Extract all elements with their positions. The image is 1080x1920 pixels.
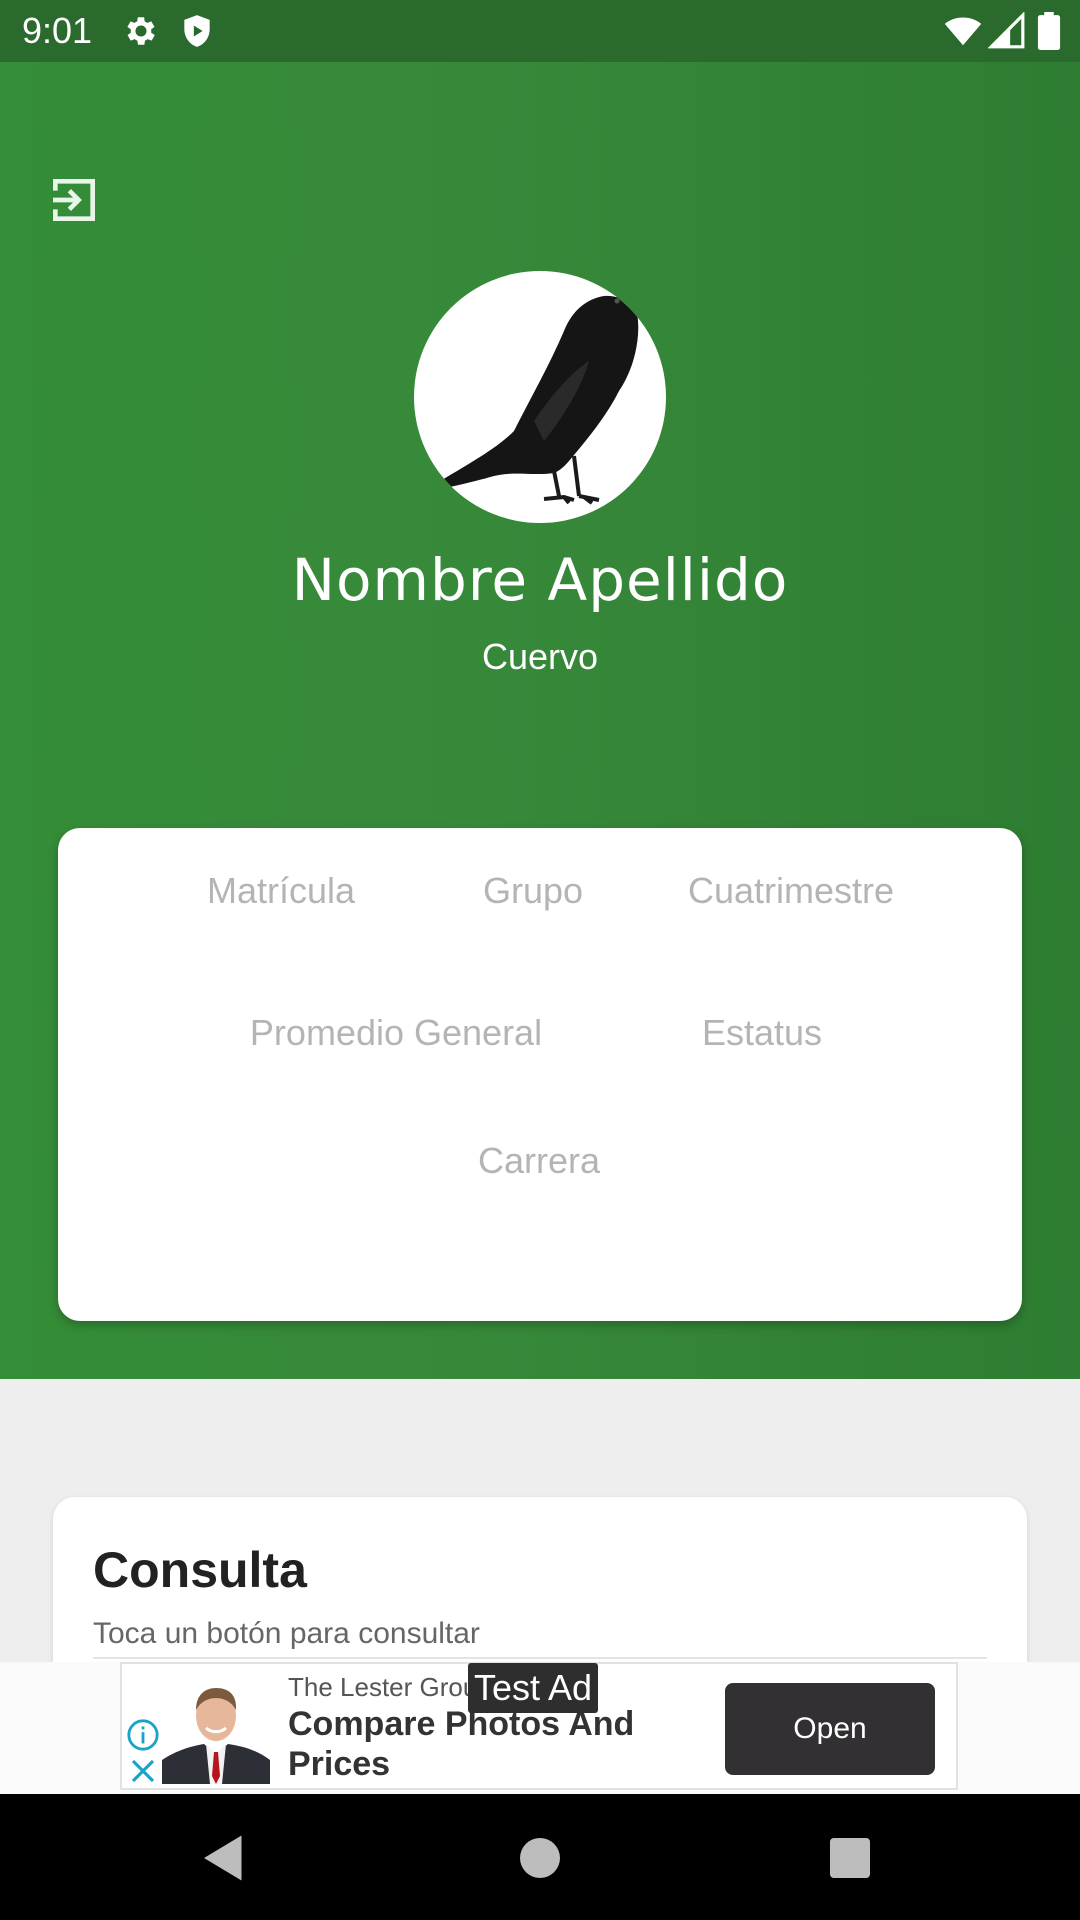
promedio-general-label: Promedio General [249, 1012, 543, 1053]
divider [93, 1657, 987, 1659]
estatus-label: Estatus [701, 1012, 823, 1053]
status-bar: 9:01 [0, 0, 1080, 62]
grupo-label: Grupo [482, 870, 584, 911]
wifi-icon [944, 17, 982, 46]
navigation-bar [0, 1794, 1080, 1920]
user-role: Cuervo [481, 636, 599, 677]
home-icon[interactable] [510, 1828, 570, 1888]
battery-icon [1037, 12, 1061, 50]
info-icon[interactable] [126, 1718, 160, 1752]
student-info-card: Matrícula Grupo Cuatrimestre Promedio Ge… [58, 828, 1022, 1321]
user-name: Nombre Apellido [291, 546, 789, 614]
ad-advertiser: The Lester Group [288, 1672, 492, 1702]
ad-headline[interactable]: Compare Photos And Prices [288, 1704, 648, 1784]
crow-icon [424, 295, 659, 505]
consulta-title: Consulta [93, 1542, 307, 1598]
app-screen: 9:01 Nombre Apellido Cuervo Matrícula Gr… [0, 0, 1080, 1920]
back-icon[interactable] [194, 1828, 254, 1888]
logout-icon[interactable] [46, 172, 102, 228]
ad-open-button[interactable]: Open [725, 1683, 935, 1775]
carrera-label: Carrera [477, 1140, 601, 1181]
signal-icon [988, 12, 1025, 49]
ad-image[interactable] [162, 1680, 270, 1784]
person-photo-icon [162, 1680, 270, 1784]
status-time: 9:01 [22, 10, 93, 51]
cuatrimestre-label: Cuatrimestre [687, 870, 895, 911]
matricula-label: Matrícula [206, 870, 356, 911]
close-icon[interactable] [128, 1756, 158, 1786]
crow-avatar [414, 271, 666, 523]
shield-icon [184, 15, 210, 47]
consulta-subtitle: Toca un botón para consultar [93, 1617, 480, 1650]
test-ad-label: Test Ad [468, 1663, 599, 1713]
recents-icon[interactable] [820, 1828, 880, 1888]
settings-icon [127, 17, 155, 45]
